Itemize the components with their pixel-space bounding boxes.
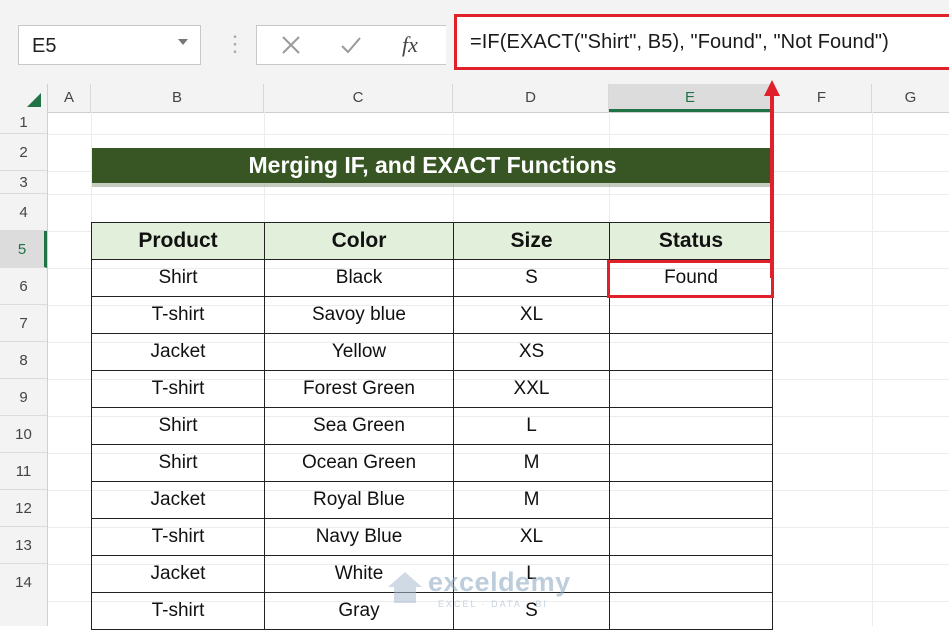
cell-size[interactable]: XL (453, 296, 610, 334)
table-row: T-shirt Savoy blue XL (91, 296, 773, 334)
cell-status[interactable] (609, 333, 773, 371)
watermark-tagline: EXCEL · DATA · BI (438, 599, 548, 609)
cell-color[interactable]: Navy Blue (264, 518, 454, 556)
cell-status[interactable] (609, 555, 773, 593)
column-header-f[interactable]: F (772, 84, 872, 112)
select-all-icon (27, 93, 41, 107)
header-color[interactable]: Color (264, 222, 454, 260)
table-row: T-shirt Forest Green XXL (91, 370, 773, 408)
enter-check-icon[interactable] (337, 31, 365, 59)
cell-product[interactable]: Shirt (91, 259, 265, 297)
cell-product[interactable]: Jacket (91, 555, 265, 593)
active-cell-highlight (607, 260, 774, 298)
gridline (48, 134, 949, 135)
cell-status[interactable] (609, 444, 773, 482)
cell-size[interactable]: XS (453, 333, 610, 371)
row-header-2[interactable]: 2 (0, 134, 47, 171)
column-header-a[interactable]: A (48, 84, 91, 112)
row-header-10[interactable]: 10 (0, 416, 47, 453)
dropdown-icon[interactable] (178, 39, 188, 45)
table-row: Shirt Sea Green L (91, 407, 773, 445)
cell-color[interactable]: Ocean Green (264, 444, 454, 482)
row-header-12[interactable]: 12 (0, 490, 47, 527)
cell-product[interactable]: Jacket (91, 481, 265, 519)
cell-product[interactable]: T-shirt (91, 296, 265, 334)
cell-status[interactable] (609, 370, 773, 408)
name-box-value: E5 (32, 35, 57, 57)
cell-size[interactable]: XL (453, 518, 610, 556)
cell-color[interactable]: Black (264, 259, 454, 297)
header-status[interactable]: Status (609, 222, 773, 260)
table-row: Jacket Royal Blue M (91, 481, 773, 519)
cell-color[interactable]: Sea Green (264, 407, 454, 445)
table-row: Shirt Ocean Green M (91, 444, 773, 482)
row-header-6[interactable]: 6 (0, 268, 47, 305)
cancel-x-icon[interactable] (277, 31, 305, 59)
cell-color[interactable]: Royal Blue (264, 481, 454, 519)
cell-product[interactable]: T-shirt (91, 370, 265, 408)
arrow-up-icon (764, 80, 780, 96)
row-header-4[interactable]: 4 (0, 194, 47, 231)
header-size[interactable]: Size (453, 222, 610, 260)
cell-product[interactable]: T-shirt (91, 592, 265, 630)
cell-color[interactable]: Yellow (264, 333, 454, 371)
cell-color[interactable]: Savoy blue (264, 296, 454, 334)
cell-status[interactable] (609, 518, 773, 556)
cell-status[interactable] (609, 481, 773, 519)
row-header-9[interactable]: 9 (0, 379, 47, 416)
cell-product[interactable]: T-shirt (91, 518, 265, 556)
row-header-14[interactable]: 14 (0, 564, 47, 626)
more-dots-icon[interactable]: ⋮ (224, 28, 246, 60)
table-row: T-shirt Navy Blue XL (91, 518, 773, 556)
row-header-13[interactable]: 13 (0, 527, 47, 564)
cell-size[interactable]: L (453, 407, 610, 445)
row-headers: 1 2 3 4 5 6 7 8 9 10 11 12 13 14 (0, 112, 48, 626)
svg-text:fx: fx (402, 32, 418, 57)
watermark-house-icon (388, 572, 422, 603)
annotation-arrow-line (770, 95, 774, 278)
cell-status[interactable] (609, 296, 773, 334)
cell-size[interactable]: XXL (453, 370, 610, 408)
row-header-11[interactable]: 11 (0, 453, 47, 490)
cell-product[interactable]: Jacket (91, 333, 265, 371)
column-header-b[interactable]: B (91, 84, 264, 112)
cell-color[interactable]: Forest Green (264, 370, 454, 408)
cell-size[interactable]: M (453, 444, 610, 482)
name-box[interactable]: E5 (18, 25, 201, 65)
formula-text: =IF(EXACT("Shirt", B5), "Found", "Not Fo… (470, 31, 889, 53)
select-all-corner[interactable] (0, 84, 48, 112)
header-product[interactable]: Product (91, 222, 265, 260)
watermark-name: exceldemy (428, 567, 571, 597)
title-shadow (92, 183, 773, 187)
column-header-c[interactable]: C (264, 84, 453, 112)
cell-product[interactable]: Shirt (91, 407, 265, 445)
row-header-5[interactable]: 5 (0, 231, 47, 268)
row-header-3[interactable]: 3 (0, 171, 47, 194)
column-header-e[interactable]: E (609, 84, 772, 112)
row-header-8[interactable]: 8 (0, 342, 47, 379)
column-header-d[interactable]: D (453, 84, 609, 112)
row-header-1[interactable]: 1 (0, 112, 47, 134)
gridline (872, 112, 873, 626)
insert-function-icon[interactable]: fx (399, 30, 433, 60)
column-header-g[interactable]: G (872, 84, 949, 112)
sheet-title[interactable]: Merging IF, and EXACT Functions (92, 148, 773, 183)
cell-status[interactable] (609, 407, 773, 445)
table-row: Jacket Yellow XS (91, 333, 773, 371)
cell-size[interactable]: S (453, 259, 610, 297)
formula-bar: E5 ⋮ fx =IF(EXACT("Shirt", B5), "Found",… (0, 0, 949, 84)
cell-status[interactable] (609, 592, 773, 630)
formula-buttons: fx (256, 25, 446, 65)
table-header-row: Product Color Size Status (91, 222, 773, 260)
row-header-7[interactable]: 7 (0, 305, 47, 342)
cell-product[interactable]: Shirt (91, 444, 265, 482)
column-headers: A B C D E F G (0, 84, 949, 113)
watermark-logo: exceldemy EXCEL · DATA · BI (380, 563, 595, 615)
formula-input[interactable]: =IF(EXACT("Shirt", B5), "Found", "Not Fo… (454, 14, 949, 70)
gridline (48, 194, 949, 195)
cell-size[interactable]: M (453, 481, 610, 519)
